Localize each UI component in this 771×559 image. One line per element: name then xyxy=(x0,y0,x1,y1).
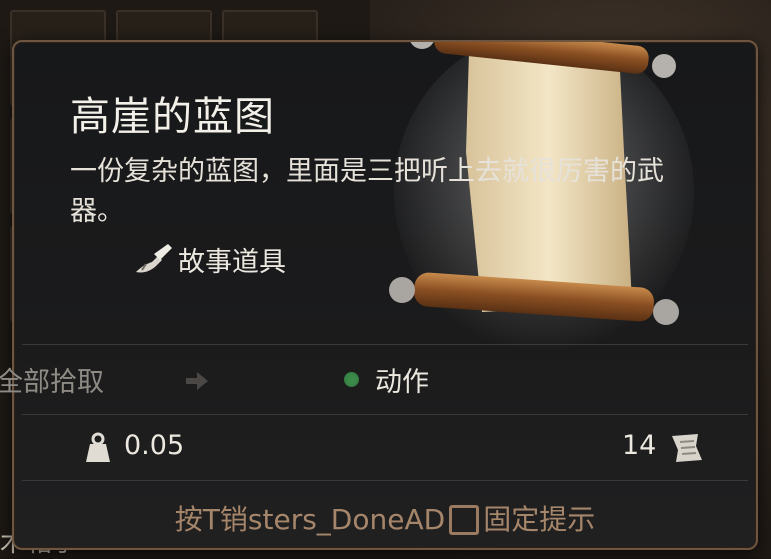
action-status-dot xyxy=(344,372,359,387)
item-description: 一份复杂的蓝图，里面是三把听上去就很厉害的武器。 xyxy=(70,156,664,227)
hint-prefix: 按 xyxy=(174,503,203,536)
action-row: 全部拾取 动作 xyxy=(0,344,756,414)
item-tooltip: 高崖的蓝图 一份复杂的蓝图，里面是三把听上去就很厉害的武器。 故事道具 全部拾取… xyxy=(0,40,758,550)
stats-row: 0.05 14 xyxy=(14,420,756,480)
item-weight: 0.05 xyxy=(124,430,185,461)
hint-suffix: 固定提示 xyxy=(483,503,596,536)
loot-all-button[interactable]: 全部拾取 xyxy=(0,360,104,399)
coin-stack-icon xyxy=(672,434,702,462)
item-category-label: 故事道具 xyxy=(178,247,286,278)
divider xyxy=(22,480,748,481)
item-category-tag: 故事道具 xyxy=(132,240,286,279)
arrow-right-icon xyxy=(186,372,208,390)
action-label: 动作 xyxy=(375,367,429,398)
hint-key-text: T销sters_DoneAD xyxy=(202,503,446,536)
item-price: 14 xyxy=(622,430,657,461)
divider xyxy=(22,414,748,415)
keyboard-key-icon xyxy=(449,505,480,535)
scroll-quill-icon xyxy=(136,243,172,273)
pin-tooltip-hint: 按T销sters_DoneAD 固定提示 xyxy=(14,498,756,538)
weight-icon xyxy=(86,432,110,462)
action-button[interactable]: 动作 xyxy=(344,360,429,399)
item-title: 高崖的蓝图 xyxy=(70,94,275,140)
